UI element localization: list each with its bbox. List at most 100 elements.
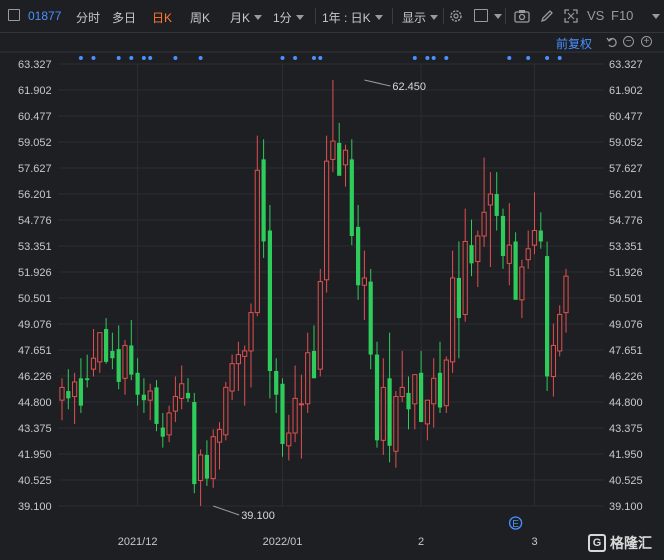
divider: [315, 8, 316, 24]
candle: [494, 172, 499, 231]
y-tick-label: 51.926: [18, 267, 52, 279]
candle-body: [210, 436, 216, 480]
tab-weekly-k[interactable]: 周K: [190, 9, 210, 26]
candle-body: [431, 377, 437, 405]
signal-dot: [526, 56, 531, 60]
candle-body: [361, 277, 367, 286]
y-tick-label: 54.776: [609, 215, 643, 227]
chevron-down-icon[interactable]: [494, 14, 502, 19]
candle-body: [298, 403, 304, 406]
candle-body: [147, 390, 153, 401]
monthly-k-dropdown[interactable]: 月K: [230, 9, 263, 26]
gear-icon[interactable]: [449, 9, 463, 23]
candle: [550, 323, 556, 397]
camera-icon[interactable]: [514, 9, 530, 23]
candle: [216, 422, 223, 470]
candle-body: [368, 281, 373, 355]
candle: [78, 358, 83, 413]
watermark-text: 格隆汇: [610, 535, 652, 551]
minute-label: 1分: [273, 11, 292, 25]
y-tick-label: 44.800: [18, 397, 52, 409]
candle: [500, 208, 506, 269]
candle: [349, 139, 354, 246]
candle: [97, 332, 103, 373]
x-tick-label: 2021/12: [118, 536, 158, 548]
y-tick-label: 43.375: [609, 423, 643, 435]
fullscreen-icon[interactable]: [564, 9, 578, 23]
candle: [525, 230, 531, 269]
candle-body: [261, 159, 266, 242]
candle: [179, 365, 185, 410]
y-tick-label: 53.351: [609, 241, 643, 253]
f10-button[interactable]: F10: [611, 8, 633, 23]
candle: [424, 399, 430, 441]
candle: [361, 250, 367, 320]
y-tick-label: 51.926: [609, 267, 643, 279]
chevron-down-icon[interactable]: [652, 14, 660, 19]
chevron-down-icon: [430, 15, 439, 20]
candle-body: [166, 412, 172, 436]
candle: [368, 268, 373, 370]
candle-body: [267, 230, 272, 371]
y-tick-label: 44.800: [609, 397, 643, 409]
candle-body: [135, 372, 140, 395]
candle: [538, 212, 543, 249]
candle: [66, 369, 71, 410]
candle: [317, 268, 323, 377]
candle-body: [419, 372, 424, 423]
y-tick-label: 57.627: [18, 163, 52, 175]
square-icon[interactable]: [474, 9, 488, 22]
candle: [141, 378, 146, 413]
candle: [185, 378, 191, 403]
tab-intraday[interactable]: 分时: [76, 9, 100, 26]
candle: [531, 192, 538, 255]
watermark: G 格隆汇: [588, 532, 652, 554]
annotation-label: 62.450: [392, 81, 426, 93]
y-tick-label: 49.076: [18, 319, 52, 331]
candle-body: [487, 193, 493, 206]
signal-dot: [78, 56, 83, 60]
tab-multiday[interactable]: 多日: [112, 9, 136, 26]
candle-body: [374, 354, 380, 441]
signal-dot: [557, 56, 562, 60]
y-tick-label: 49.076: [609, 319, 643, 331]
stock-code[interactable]: 01877: [28, 9, 61, 23]
candle: [563, 268, 569, 333]
annotation-leader: [213, 505, 240, 516]
candle: [419, 350, 424, 423]
y-tick-label: 41.950: [18, 449, 52, 461]
display-dropdown[interactable]: 显示: [402, 9, 439, 26]
range-dropdown[interactable]: 1年 : 日K: [322, 9, 383, 26]
candlestick-chart[interactable]: 63.327 61.902 60.477 59.052 57.627 56.201 54.7…: [0, 33, 664, 560]
candle: [172, 376, 179, 423]
minute-dropdown[interactable]: 1分: [273, 9, 304, 26]
vs-button[interactable]: VS: [587, 8, 604, 23]
candle-body: [330, 140, 336, 160]
candle-body: [545, 256, 550, 377]
candle-body: [248, 312, 254, 352]
candle-body: [481, 211, 487, 237]
candle: [557, 305, 563, 357]
y-tick-label: 46.226: [609, 371, 643, 383]
candle: [135, 358, 140, 406]
candle-body: [229, 363, 235, 392]
sidebar-toggle-icon[interactable]: [8, 9, 20, 21]
candle-body: [129, 345, 134, 375]
pen-icon[interactable]: [540, 9, 554, 23]
candle-body: [204, 454, 209, 479]
tab-daily-k[interactable]: 日K: [152, 9, 172, 26]
candle: [267, 204, 272, 399]
y-axis-right: 63.327 61.902 60.477 59.052 57.627 56.201 54.7…: [609, 59, 643, 513]
watermark-logo-icon: G: [588, 534, 606, 552]
y-tick-label: 61.902: [609, 85, 643, 97]
y-tick-label: 60.477: [18, 111, 52, 123]
signal-dot: [507, 56, 512, 60]
candle-body: [122, 344, 128, 379]
candle: [475, 230, 481, 288]
candle-body: [97, 332, 103, 363]
chevron-down-icon: [254, 15, 263, 20]
candle: [519, 259, 525, 319]
candle-body: [280, 383, 285, 444]
candle: [443, 356, 449, 413]
candle-body: [216, 428, 223, 443]
